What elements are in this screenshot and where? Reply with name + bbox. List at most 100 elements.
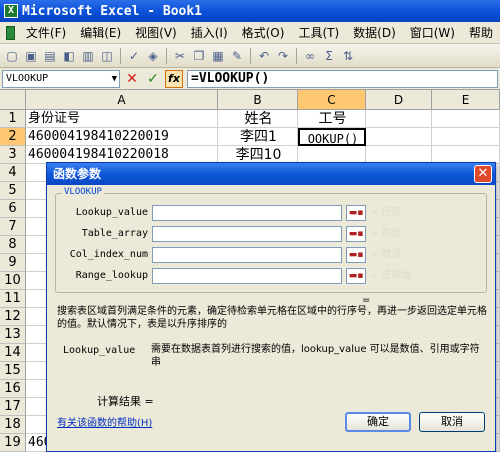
cell-d1[interactable] (366, 110, 432, 128)
cancel-icon[interactable]: ✕ (123, 70, 141, 88)
row-header[interactable]: 15 (0, 362, 26, 380)
col-index-num-input[interactable] (152, 247, 342, 263)
row-header[interactable]: 6 (0, 200, 26, 218)
arg-result: = 数值 (370, 228, 402, 239)
toolbar-separator (120, 47, 121, 64)
formula-input[interactable]: =VLOOKUP() (187, 69, 498, 88)
undo-icon[interactable]: ↶ (256, 48, 272, 64)
menu-bar: 文件(F) 编辑(E) 视图(V) 插入(I) 格式(O) 工具(T) 数据(D… (0, 22, 500, 44)
excel-icon: X (4, 4, 18, 18)
autosum-icon[interactable]: Σ (321, 48, 337, 64)
collapse-dialog-icon[interactable]: ▬▪ (346, 268, 366, 284)
param-name: Lookup_value (63, 345, 136, 356)
row-header[interactable]: 9 (0, 254, 26, 272)
cell-d2[interactable] (366, 128, 432, 146)
row-header[interactable]: 14 (0, 344, 26, 362)
column-header-c[interactable]: C (298, 90, 366, 110)
workbook-icon[interactable] (6, 25, 15, 40)
menu-format[interactable]: 格式(O) (235, 24, 292, 41)
chevron-down-icon[interactable]: ▼ (112, 71, 117, 87)
spelling-icon[interactable]: ✓ (126, 48, 142, 64)
research-icon[interactable]: ◈ (145, 48, 161, 64)
row-header[interactable]: 12 (0, 308, 26, 326)
lookup-value-input[interactable] (152, 205, 342, 221)
row-header[interactable]: 4 (0, 164, 26, 182)
standard-toolbar: ▢ ▣ ▤ ◧ ▥ ◫ ✓ ◈ ✂ ❐ ▦ ✎ ↶ ↷ ∞ Σ ⇅ (0, 44, 500, 68)
sort-icon[interactable]: ⇅ (340, 48, 356, 64)
insert-function-button[interactable]: fx (165, 69, 183, 88)
cell-b2[interactable]: 李四1 (218, 128, 298, 146)
column-header-e[interactable]: E (432, 90, 500, 110)
arg-label: Col_index_num (69, 249, 148, 260)
row-header[interactable]: 1 (0, 110, 26, 128)
new-icon[interactable]: ▢ (4, 48, 20, 64)
row-header[interactable]: 17 (0, 398, 26, 416)
preview-icon[interactable]: ◫ (99, 48, 115, 64)
arg-row-table-array: Table_array ▬▪ = 数值 (56, 225, 486, 243)
help-link[interactable]: 有关该函数的帮助(H) (57, 414, 152, 429)
arg-row-range-lookup: Range_lookup ▬▪ = 逻辑值 (56, 267, 486, 285)
menu-tools[interactable]: 工具(T) (291, 24, 346, 41)
menu-file[interactable]: 文件(F) (19, 24, 73, 41)
column-header-b[interactable]: B (218, 90, 298, 110)
cell-e2[interactable] (432, 128, 500, 146)
close-icon[interactable]: ✕ (474, 165, 492, 183)
print-icon[interactable]: ▥ (80, 48, 96, 64)
cell-e1[interactable] (432, 110, 500, 128)
cell-c2[interactable]: OOKUP() (298, 128, 366, 146)
open-icon[interactable]: ▣ (23, 48, 39, 64)
collapse-dialog-icon[interactable]: ▬▪ (346, 205, 366, 221)
dialog-title: 函数参数 (53, 167, 102, 181)
menu-help[interactable]: 帮助 (462, 24, 500, 41)
select-all-corner[interactable] (0, 90, 26, 110)
toolbar-separator (166, 47, 167, 64)
menu-edit[interactable]: 编辑(E) (73, 24, 128, 41)
row-header[interactable]: 5 (0, 182, 26, 200)
format-painter-icon[interactable]: ✎ (229, 48, 245, 64)
permission-icon[interactable]: ◧ (61, 48, 77, 64)
menu-insert[interactable]: 插入(I) (184, 24, 235, 41)
table-array-input[interactable] (152, 226, 342, 242)
toolbar-separator (250, 47, 251, 64)
row-header[interactable]: 16 (0, 380, 26, 398)
menu-view[interactable]: 视图(V) (128, 24, 184, 41)
cut-icon[interactable]: ✂ (172, 48, 188, 64)
save-icon[interactable]: ▤ (42, 48, 58, 64)
cancel-button[interactable]: 取消 (419, 412, 485, 432)
formula-bar: VLOOKUP ▼ ✕ ✓ fx =VLOOKUP() (0, 68, 500, 90)
copy-icon[interactable]: ❐ (191, 48, 207, 64)
enter-icon[interactable]: ✓ (144, 70, 162, 88)
collapse-dialog-icon[interactable]: ▬▪ (346, 226, 366, 242)
name-box[interactable]: VLOOKUP ▼ (2, 69, 120, 88)
cell-a1[interactable]: 身份证号 (26, 110, 218, 128)
row-header[interactable]: 13 (0, 326, 26, 344)
row-header[interactable]: 8 (0, 236, 26, 254)
menu-window[interactable]: 窗口(W) (403, 24, 462, 41)
hyperlink-icon[interactable]: ∞ (302, 48, 318, 64)
redo-icon[interactable]: ↷ (275, 48, 291, 64)
row-header[interactable]: 18 (0, 416, 26, 434)
arg-result: = 逻辑值 (370, 270, 412, 281)
calc-result: 计算结果 = (97, 395, 154, 408)
function-description: 搜索表区域首列满足条件的元素，确定待检索单元格在区域中的行序号，再进一步返回选定… (57, 306, 487, 330)
title-bar: X Microsoft Excel - Book1 (0, 0, 500, 22)
column-header-d[interactable]: D (366, 90, 432, 110)
window-title: Microsoft Excel - Book1 (22, 3, 203, 19)
column-header-a[interactable]: A (26, 90, 218, 110)
row-header[interactable]: 10 (0, 272, 26, 290)
ok-button[interactable]: 确定 (345, 412, 411, 432)
cell-b1[interactable]: 姓名 (218, 110, 298, 128)
paste-icon[interactable]: ▦ (210, 48, 226, 64)
cell-c1[interactable]: 工号 (298, 110, 366, 128)
dialog-title-bar: 函数参数 ✕ (47, 163, 495, 185)
row-header[interactable]: 7 (0, 218, 26, 236)
row-header[interactable]: 11 (0, 290, 26, 308)
row-header[interactable]: 19 (0, 434, 26, 452)
cell-a2[interactable]: 460004198410220019 (26, 128, 218, 146)
row-header[interactable]: 3 (0, 146, 26, 164)
arg-result: = 任意 (370, 207, 402, 218)
menu-data[interactable]: 数据(D) (346, 24, 403, 41)
range-lookup-input[interactable] (152, 268, 342, 284)
row-header[interactable]: 2 (0, 128, 26, 146)
collapse-dialog-icon[interactable]: ▬▪ (346, 247, 366, 263)
